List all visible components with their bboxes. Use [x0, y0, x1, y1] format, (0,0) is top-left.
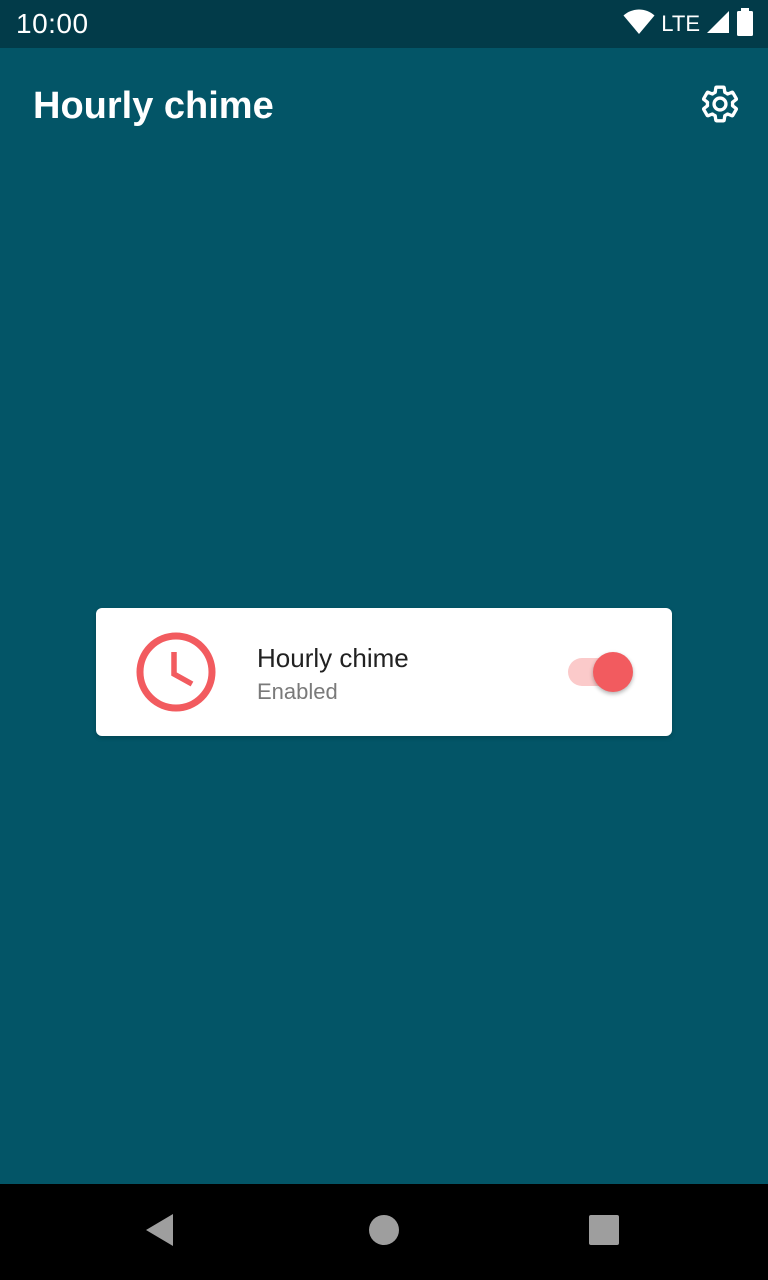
- recents-icon: [589, 1214, 619, 1250]
- status-icons: LTE: [623, 7, 754, 41]
- gear-icon: [699, 83, 741, 130]
- navigation-bar: [0, 1184, 768, 1280]
- screen: 10:00 LTE Hourly chime Hourly chime Enab…: [0, 0, 768, 1280]
- recents-button[interactable]: [580, 1208, 628, 1256]
- wifi-icon: [623, 9, 655, 40]
- chime-status: Enabled: [257, 679, 338, 704]
- settings-button[interactable]: [696, 82, 744, 130]
- app-bar: Hourly chime: [0, 48, 768, 160]
- clock-icon: [136, 632, 216, 712]
- home-button[interactable]: [360, 1208, 408, 1256]
- back-icon: [144, 1213, 176, 1252]
- battery-icon: [736, 7, 754, 41]
- switch-thumb: [593, 652, 633, 692]
- cell-signal-icon: [706, 10, 730, 39]
- network-type: LTE: [661, 11, 700, 36]
- chime-title: Hourly chime: [257, 643, 409, 673]
- chime-toggle-switch[interactable]: [567, 652, 635, 692]
- page-title: Hourly chime: [33, 85, 274, 127]
- back-button[interactable]: [136, 1208, 184, 1256]
- status-time: 10:00: [16, 8, 89, 39]
- status-bar: 10:00 LTE: [0, 0, 768, 48]
- home-icon: [368, 1214, 400, 1251]
